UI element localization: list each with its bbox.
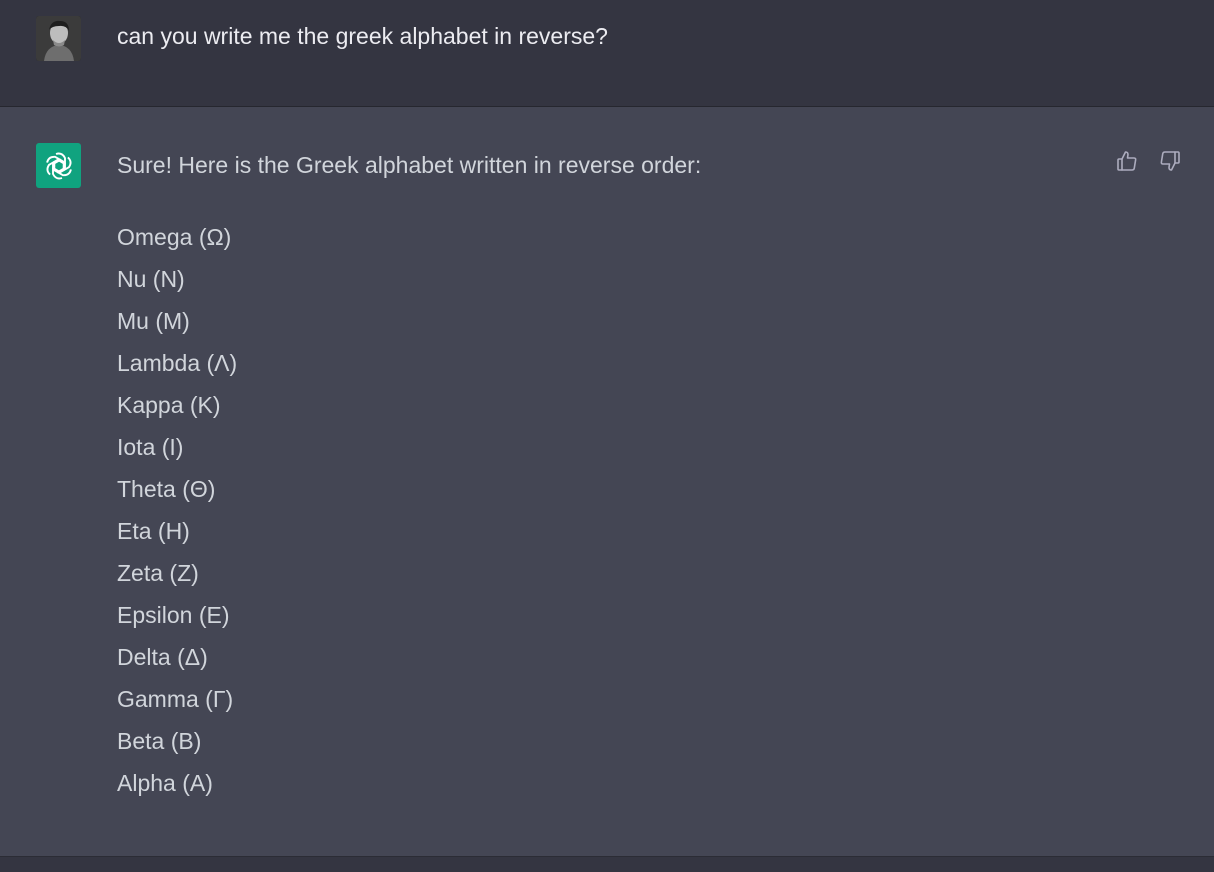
openai-logo-icon: [45, 152, 72, 179]
thumbs-up-icon: [1117, 151, 1137, 171]
list-item: Zeta (Z): [117, 560, 199, 586]
user-message-text: can you write me the greek alphabet in r…: [117, 23, 608, 49]
greek-letter-list: Omega (Ω) Nu (N) Mu (M) Lambda (Λ) Kappa…: [117, 223, 237, 811]
list-item: Eta (H): [117, 518, 190, 544]
user-message-row: can you write me the greek alphabet in r…: [0, 0, 1214, 107]
list-item: Alpha (A): [117, 770, 213, 796]
list-item: Gamma (Γ): [117, 686, 234, 712]
list-item: Mu (M): [117, 308, 190, 334]
list-item: Kappa (K): [117, 392, 221, 418]
thumbs-up-button[interactable]: [1113, 147, 1141, 175]
list-item: Delta (Δ): [117, 644, 208, 670]
assistant-message-row: Sure! Here is the Greek alphabet written…: [0, 107, 1214, 856]
assistant-intro-text: Sure! Here is the Greek alphabet written…: [117, 152, 702, 178]
bottom-divider: [0, 856, 1214, 872]
list-item: Epsilon (E): [117, 602, 230, 628]
thumbs-down-button[interactable]: [1156, 147, 1184, 175]
list-item: Omega (Ω): [117, 224, 232, 250]
assistant-avatar: [36, 143, 81, 188]
list-item: Theta (Θ): [117, 476, 216, 502]
list-item: Beta (B): [117, 728, 202, 754]
list-item: Nu (N): [117, 266, 185, 292]
list-item: Iota (I): [117, 434, 184, 460]
thumbs-down-icon: [1160, 151, 1180, 171]
list-item: Lambda (Λ): [117, 350, 238, 376]
user-avatar: [36, 16, 81, 61]
user-photo-avatar-icon: [36, 16, 81, 61]
